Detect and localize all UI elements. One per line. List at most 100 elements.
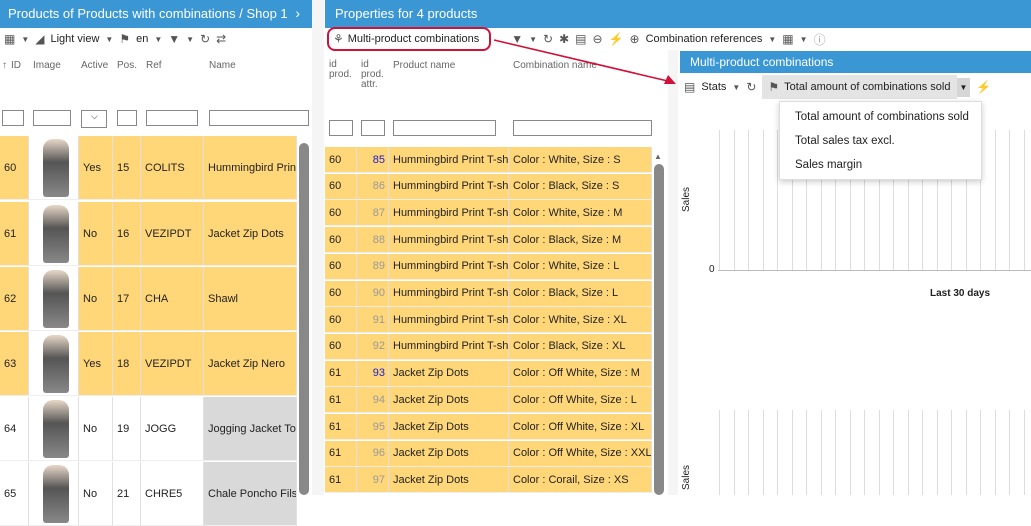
table-row[interactable]: 60 91 Hummingbird Print T-sh Color : White,… xyxy=(325,307,652,334)
help-icon[interactable]: ⓘ xyxy=(814,31,826,48)
refresh-icon[interactable]: ↻ xyxy=(746,80,756,94)
cell-id-attr: 88 xyxy=(357,227,389,254)
cell-combination-name: Color : Off White, Size : XL xyxy=(509,414,652,440)
filter-id-attr[interactable] xyxy=(361,120,385,136)
cell-combination-name: Color : Corail, Size : XS xyxy=(509,467,652,494)
table-row[interactable]: 60 87 Hummingbird Print T-sh Color : White,… xyxy=(325,200,652,227)
cell-id-prod: 61 xyxy=(325,414,357,440)
light-view-button[interactable]: Light view xyxy=(51,33,100,45)
table-row[interactable]: 61 No 16 VEZIPDT Jacket Zip Dots xyxy=(0,202,297,266)
cell-active: Yes xyxy=(79,332,113,396)
cell-id-attr: 92 xyxy=(357,333,389,360)
table-row[interactable]: 63 Yes 18 VEZIPDT Jacket Zip Nero xyxy=(0,332,297,396)
collapse-arrow-icon[interactable]: › xyxy=(295,5,300,21)
cell-ref: CHA xyxy=(141,267,204,331)
cell-combination-name: Color : Off White, Size : XXL xyxy=(509,440,652,467)
mid-scrollbar[interactable] xyxy=(654,164,664,495)
filter-product-name[interactable] xyxy=(393,120,496,136)
table-row[interactable]: 60 88 Hummingbird Print T-sh Color : Black,… xyxy=(325,227,652,254)
table-row[interactable]: 62 No 17 CHA Shawl xyxy=(0,267,297,331)
menu-item-total-amount[interactable]: Total amount of combinations sold xyxy=(780,105,981,129)
col-id-prod-attr[interactable]: id prod. attr. xyxy=(361,60,384,90)
dropdown-caret-icon[interactable]: ▼ xyxy=(105,35,113,44)
table-row[interactable]: 61 95 Jacket Zip Dots Color : Off White, Si… xyxy=(325,414,652,440)
grid-line xyxy=(893,410,894,495)
menu-item-sales-margin[interactable]: Sales margin xyxy=(780,153,981,177)
col-product-name[interactable]: Product name xyxy=(393,60,455,71)
x-axis-label: Last 30 days xyxy=(930,288,991,299)
filter-id[interactable] xyxy=(2,110,24,126)
table-row[interactable]: 61 93 Jacket Zip Dots Color : Off White, Si… xyxy=(325,360,652,387)
col-active[interactable]: Active xyxy=(81,60,108,71)
cell-combination-name: Color : Off White, Size : L xyxy=(509,387,652,414)
table-row[interactable]: 60 86 Hummingbird Print T-sh Color : Black,… xyxy=(325,173,652,200)
table-row[interactable]: 60 92 Hummingbird Print T-sh Color : Black,… xyxy=(325,333,652,360)
filter-image[interactable] xyxy=(33,110,71,126)
language-select[interactable]: en xyxy=(136,33,148,45)
filter-name[interactable] xyxy=(209,110,309,126)
cell-product-name: Jacket Zip Dots xyxy=(389,467,509,494)
filter-active-select[interactable]: ⌵ xyxy=(81,110,107,128)
grid-line xyxy=(1009,130,1010,270)
table-icon[interactable]: ▦ xyxy=(4,32,15,46)
cell-name: Shawl xyxy=(204,267,297,331)
left-toolbar: ▦ ▼ ◢ Light view ▼ ⚑ en ▼ ▼ ▼ ↻ ⇄ xyxy=(4,26,314,52)
filter-ref[interactable] xyxy=(146,110,198,126)
dropdown-caret-icon[interactable]: ▼ xyxy=(186,35,194,44)
panel-splitter[interactable] xyxy=(312,0,324,495)
filter-pos[interactable] xyxy=(117,110,137,126)
table-row[interactable]: 60 90 Hummingbird Print T-sh Color : Black,… xyxy=(325,280,652,307)
stats-button[interactable]: Stats xyxy=(701,81,726,93)
grid-options-icon[interactable]: ▦ xyxy=(782,32,793,46)
col-id[interactable]: ID xyxy=(11,60,21,71)
cell-id: 61 xyxy=(0,202,29,266)
dropdown-caret-icon[interactable]: ▼ xyxy=(732,83,740,92)
filter-id-prod[interactable] xyxy=(329,120,353,136)
cell-image xyxy=(29,332,79,396)
cell-combination-name: Color : White, Size : XL xyxy=(509,307,652,334)
metric-dropdown-caret-icon[interactable]: ▼ xyxy=(956,77,971,97)
right-panel-title: Multi-product combinations xyxy=(690,55,834,69)
grid-line xyxy=(965,410,967,495)
table-row[interactable]: 61 96 Jacket Zip Dots Color : Off White, Si… xyxy=(325,440,652,467)
cell-combination-name: Color : White, Size : L xyxy=(509,253,652,280)
col-id-prod[interactable]: id prod. xyxy=(329,60,352,80)
metric-select[interactable]: ⚑ Total amount of combinations sold xyxy=(762,75,957,99)
table-row[interactable]: 61 94 Jacket Zip Dots Color : Off White, Si… xyxy=(325,387,652,414)
inner-splitter[interactable] xyxy=(668,50,678,495)
sync-icon[interactable]: ⇄ xyxy=(216,32,226,46)
table-row[interactable]: 65 No 21 CHRE5 Chale Poncho Fils xyxy=(0,462,297,526)
col-ref[interactable]: Ref xyxy=(146,60,162,71)
scroll-up-icon[interactable]: ▲ xyxy=(654,152,662,161)
filter-icon[interactable]: ▼ xyxy=(168,32,180,46)
table-row[interactable]: 60 89 Hummingbird Print T-sh Color : White,… xyxy=(325,253,652,280)
menu-item-total-sales[interactable]: Total sales tax excl. xyxy=(780,129,981,153)
dropdown-caret-icon[interactable]: ▼ xyxy=(800,35,808,44)
cell-image xyxy=(29,397,79,461)
dropdown-caret-icon[interactable]: ▼ xyxy=(154,35,162,44)
lightning-icon[interactable]: ⚡ xyxy=(976,80,991,94)
table-row[interactable]: 64 No 19 JOGG Jogging Jacket To xyxy=(0,397,297,461)
cell-id: 62 xyxy=(0,267,29,331)
table-row[interactable]: 60 Yes 15 COLITS Hummingbird Print xyxy=(0,136,297,200)
dropdown-caret-icon[interactable]: ▼ xyxy=(21,35,29,44)
table-row[interactable]: 60 85 Hummingbird Print T-sh Color : White,… xyxy=(325,147,652,173)
table-row[interactable]: 61 97 Jacket Zip Dots Color : Corail, Size … xyxy=(325,467,652,494)
multi-product-combinations-button[interactable]: ⚘ Multi-product combinations xyxy=(327,27,492,51)
cell-id-prod: 60 xyxy=(325,200,357,227)
filter-combination-name[interactable] xyxy=(513,120,652,136)
light-view-icon[interactable]: ◢ xyxy=(35,32,44,46)
mid-panel-title: Properties for 4 products xyxy=(335,6,478,21)
cell-product-name: Hummingbird Print T-sh xyxy=(389,147,509,173)
left-scrollbar[interactable] xyxy=(299,143,309,495)
dropdown-caret-icon[interactable]: ▼ xyxy=(768,35,776,44)
col-pos[interactable]: Pos. xyxy=(117,60,137,71)
cell-name: Hummingbird Print xyxy=(204,136,297,200)
flag-icon[interactable]: ⚑ xyxy=(119,32,130,46)
col-name[interactable]: Name xyxy=(209,60,236,71)
cell-id-prod: 60 xyxy=(325,307,357,334)
refresh-icon[interactable]: ↻ xyxy=(200,32,210,46)
col-image[interactable]: Image xyxy=(33,60,61,71)
cell-active: No xyxy=(79,397,113,461)
cell-id-attr: 89 xyxy=(357,253,389,280)
